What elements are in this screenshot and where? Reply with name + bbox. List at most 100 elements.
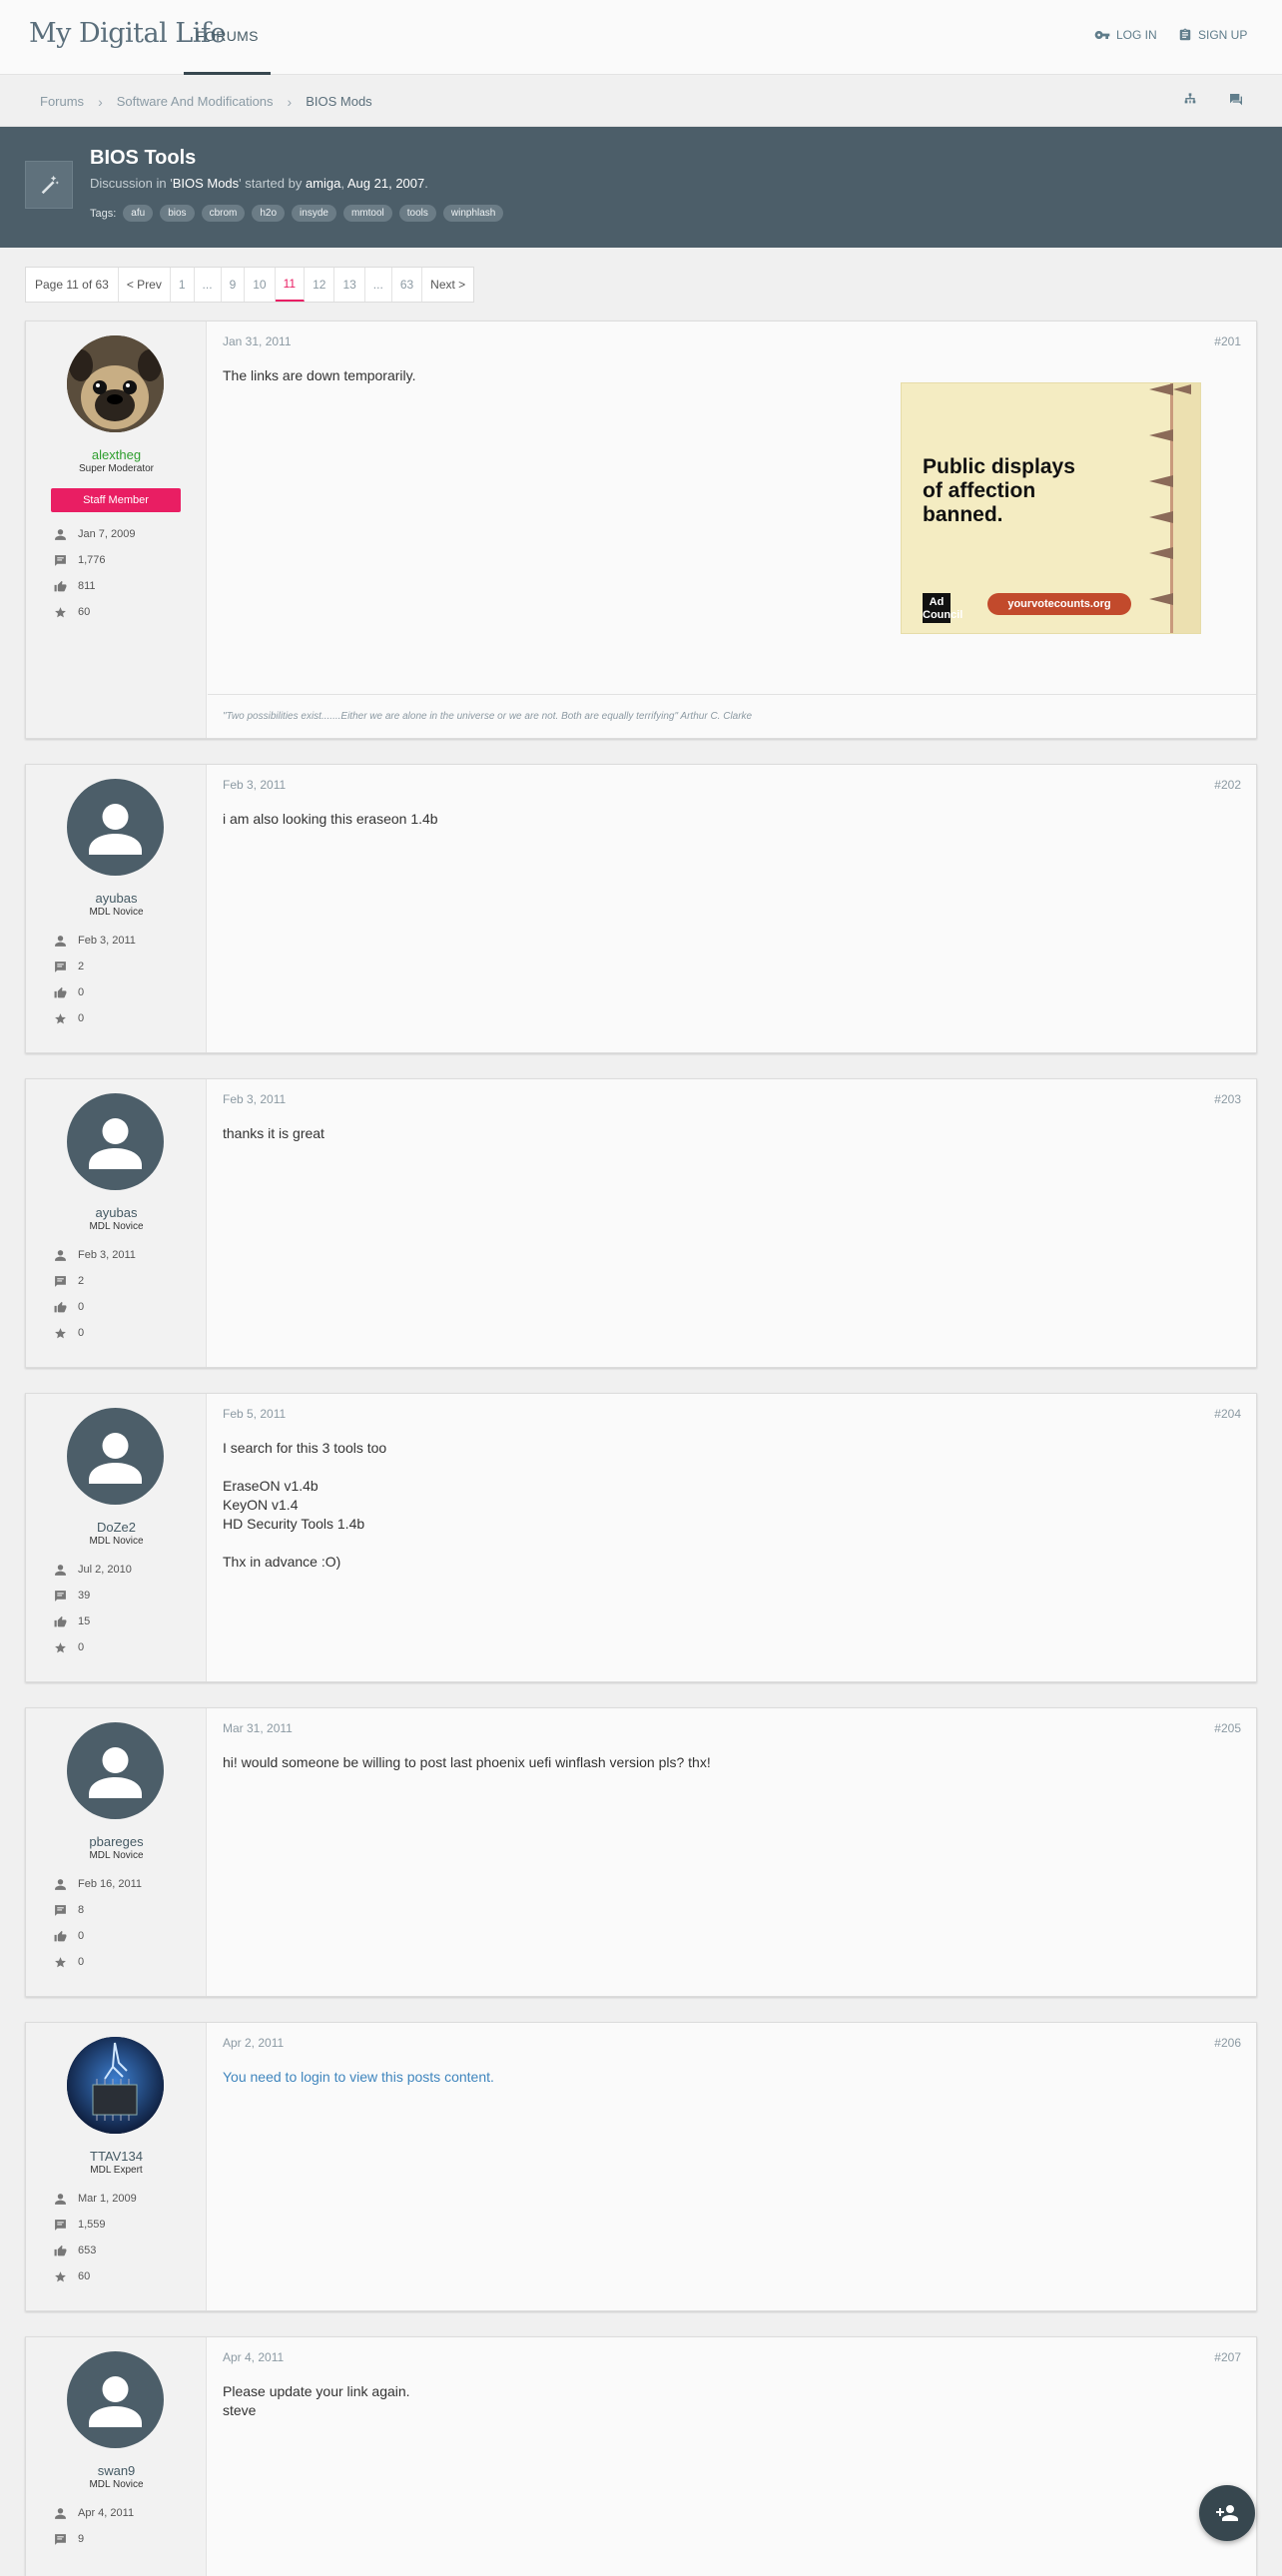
add-person-icon — [1216, 2505, 1238, 2521]
breadcrumb-bios-mods[interactable]: BIOS Mods — [306, 94, 371, 109]
message-count: 8 — [78, 1904, 85, 1916]
username[interactable]: pbareges — [26, 1834, 207, 1849]
post-date[interactable]: Jan 31, 2011 — [223, 334, 292, 348]
avatar[interactable] — [67, 1722, 164, 1819]
thread-title: BIOS Tools — [90, 147, 197, 169]
tag[interactable]: bios — [160, 205, 195, 222]
thread-meta: Discussion in 'BIOS Mods' started by ami… — [90, 176, 428, 191]
username[interactable]: swan9 — [26, 2463, 207, 2478]
page-ellipsis[interactable]: ... — [365, 268, 392, 302]
avatar[interactable] — [67, 2037, 164, 2134]
joined-date: Feb 16, 2011 — [78, 1878, 143, 1890]
post-number[interactable]: #206 — [1214, 2036, 1241, 2050]
post-number[interactable]: #201 — [1214, 334, 1241, 348]
post-date[interactable]: Apr 2, 2011 — [223, 2036, 284, 2050]
user-title: MDL Expert — [90, 2165, 143, 2176]
chat-icon[interactable] — [1228, 92, 1244, 108]
default-avatar-icon — [89, 1747, 142, 1798]
tag[interactable]: tools — [398, 205, 436, 222]
post-text: Please update your link again. steve — [223, 2383, 410, 2418]
message-count: 2 — [78, 961, 85, 972]
post-text: The links are down temporarily. — [223, 367, 416, 383]
user-stats: Jul 2, 2010 39 15 0 — [52, 1557, 132, 1660]
tag[interactable]: mmtool — [342, 205, 392, 222]
breadcrumb-software[interactable]: Software And Modifications — [117, 94, 274, 109]
user-title: MDL Novice — [89, 1850, 144, 1861]
likes-count: 0 — [78, 986, 85, 998]
tag[interactable]: winphlash — [442, 205, 504, 222]
signup-link[interactable]: SIGN UP — [1178, 27, 1247, 43]
meta-text: . — [424, 176, 428, 191]
person-icon — [52, 2191, 68, 2207]
avatar[interactable] — [67, 335, 164, 432]
ad-url-button[interactable]: yourvotecounts.org — [987, 593, 1131, 615]
thread-date[interactable]: Aug 21, 2007 — [347, 176, 424, 191]
thread-header: BIOS Tools Discussion in 'BIOS Mods' sta… — [0, 127, 1282, 248]
thread-icon — [25, 161, 73, 209]
next-page-button[interactable]: Next > — [422, 268, 473, 302]
avatar[interactable] — [67, 1093, 164, 1190]
thread-forum-link[interactable]: BIOS Mods — [173, 176, 239, 191]
post-number[interactable]: #204 — [1214, 1407, 1241, 1421]
thumbs-up-icon — [52, 1299, 68, 1315]
post-user-panel: swan9 MDL Novice Apr 4, 2011 9 — [26, 2337, 207, 2576]
message-count: 9 — [78, 2533, 85, 2545]
default-avatar-icon — [89, 2376, 142, 2427]
username[interactable]: ayubas — [26, 891, 207, 906]
breadcrumb-forums[interactable]: Forums — [40, 94, 84, 109]
page-indicator[interactable]: Page 11 of 63 — [26, 268, 119, 302]
page-link[interactable]: 13 — [334, 268, 365, 302]
post-user-panel: ayubas MDL Novice Feb 3, 2011 2 0 0 — [26, 1079, 207, 1367]
tag[interactable]: h2o — [252, 205, 286, 222]
meta-text: Discussion in ' — [90, 176, 173, 191]
user-title: MDL Novice — [89, 907, 144, 918]
breadcrumb: Forums › Software And Modifications › BI… — [40, 76, 372, 127]
points-count: 0 — [78, 1956, 85, 1968]
post-number[interactable]: #205 — [1214, 1721, 1241, 1735]
page-ellipsis[interactable]: ... — [195, 268, 222, 302]
username[interactable]: DoZe2 — [26, 1520, 207, 1535]
page-link-current[interactable]: 11 — [275, 268, 306, 302]
message-count: 1,776 — [78, 554, 106, 566]
post-number[interactable]: #207 — [1214, 2350, 1241, 2364]
likes-count: 0 — [78, 1301, 85, 1313]
nav-tab-forums[interactable]: FORUMS — [184, 0, 271, 75]
page-link[interactable]: 63 — [392, 268, 423, 302]
advertisement[interactable]: Public displays of affection banned. Ad … — [901, 382, 1201, 634]
prev-page-button[interactable]: < Prev — [119, 268, 171, 302]
post-date[interactable]: Feb 3, 2011 — [223, 1092, 286, 1106]
username[interactable]: TTAV134 — [26, 2149, 207, 2164]
post-number[interactable]: #202 — [1214, 778, 1241, 792]
pug-avatar-image — [67, 335, 164, 432]
tag[interactable]: afu — [123, 205, 154, 222]
post-user-panel: alextheg Super Moderator Staff Member Ja… — [26, 322, 207, 738]
tag[interactable]: insyde — [292, 205, 336, 222]
likes-count: 0 — [78, 1930, 85, 1942]
star-icon — [52, 1325, 68, 1341]
post-date[interactable]: Feb 5, 2011 — [223, 1407, 286, 1421]
username[interactable]: alextheg — [26, 447, 207, 462]
post-date[interactable]: Mar 31, 2011 — [223, 1721, 293, 1735]
avatar[interactable] — [67, 779, 164, 876]
post-date[interactable]: Feb 3, 2011 — [223, 778, 286, 792]
star-icon — [52, 1954, 68, 1970]
username[interactable]: ayubas — [26, 1205, 207, 1220]
user-title: Super Moderator — [78, 463, 155, 474]
post-number[interactable]: #203 — [1214, 1092, 1241, 1106]
thread-author-link[interactable]: amiga — [306, 176, 340, 191]
login-link[interactable]: LOG IN — [1094, 27, 1157, 43]
default-avatar-icon — [89, 1433, 142, 1484]
page-link[interactable]: 9 — [222, 268, 246, 302]
sitemap-icon[interactable] — [1182, 92, 1198, 108]
page-link[interactable]: 10 — [245, 268, 276, 302]
staff-banner: Staff Member — [51, 488, 181, 512]
avatar[interactable] — [67, 2351, 164, 2448]
post-date[interactable]: Apr 4, 2011 — [223, 2350, 284, 2364]
add-user-button[interactable] — [1199, 2485, 1255, 2541]
tag[interactable]: cbrom — [201, 205, 246, 222]
joined-date: Apr 4, 2011 — [78, 2507, 135, 2519]
login-to-view-link[interactable]: You need to login to view this posts con… — [223, 2068, 494, 2087]
avatar[interactable] — [67, 1408, 164, 1505]
page-link[interactable]: 1 — [171, 268, 195, 302]
page-link[interactable]: 12 — [305, 268, 335, 302]
